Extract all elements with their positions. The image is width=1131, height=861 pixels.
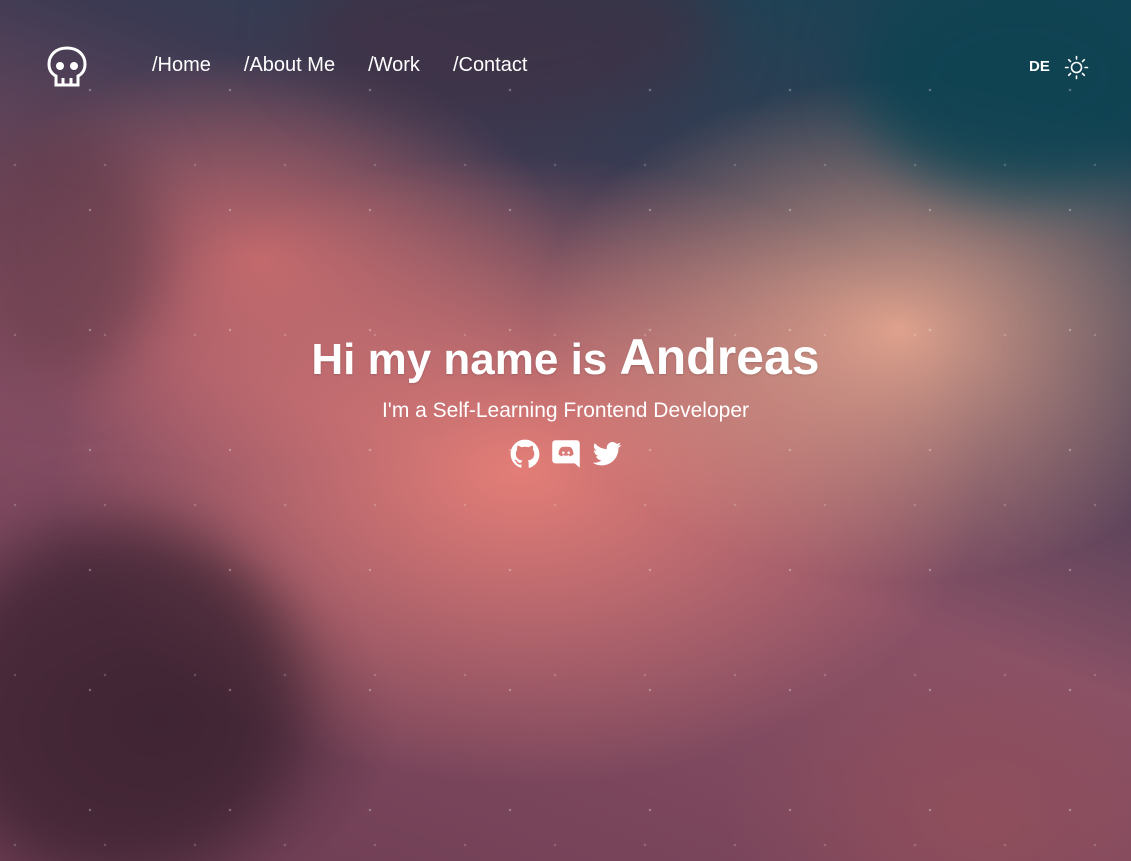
nav-link-contact[interactable]: /Contact [453, 52, 527, 78]
background-cloud-shadow [0, 520, 300, 861]
site-header: /Home /About Me /Work /Contact DE [0, 0, 1131, 130]
skull-icon[interactable] [46, 45, 88, 89]
main-nav: /Home /About Me /Work /Contact [152, 52, 560, 78]
hero-section: Hi my name is Andreas I'm a Self-Learnin… [0, 328, 1131, 469]
nav-link-about-me[interactable]: /About Me [244, 52, 335, 78]
discord-icon[interactable] [551, 439, 581, 469]
language-toggle[interactable]: DE [1029, 58, 1050, 75]
hero-subtitle: I'm a Self-Learning Frontend Developer [381, 399, 750, 422]
hero-title: Hi my name is Andreas [0, 328, 1131, 389]
hero-title-prefix: Hi my name is [311, 335, 608, 384]
nav-link-work[interactable]: /Work [368, 52, 420, 78]
github-icon[interactable] [510, 439, 540, 469]
sun-icon[interactable] [1064, 55, 1089, 80]
social-links [0, 439, 1131, 469]
hero-name: Andreas [619, 329, 820, 385]
page: /Home /About Me /Work /Contact DE Hi my … [0, 0, 1131, 861]
twitter-icon[interactable] [592, 439, 622, 469]
nav-link-home[interactable]: /Home [152, 52, 211, 78]
